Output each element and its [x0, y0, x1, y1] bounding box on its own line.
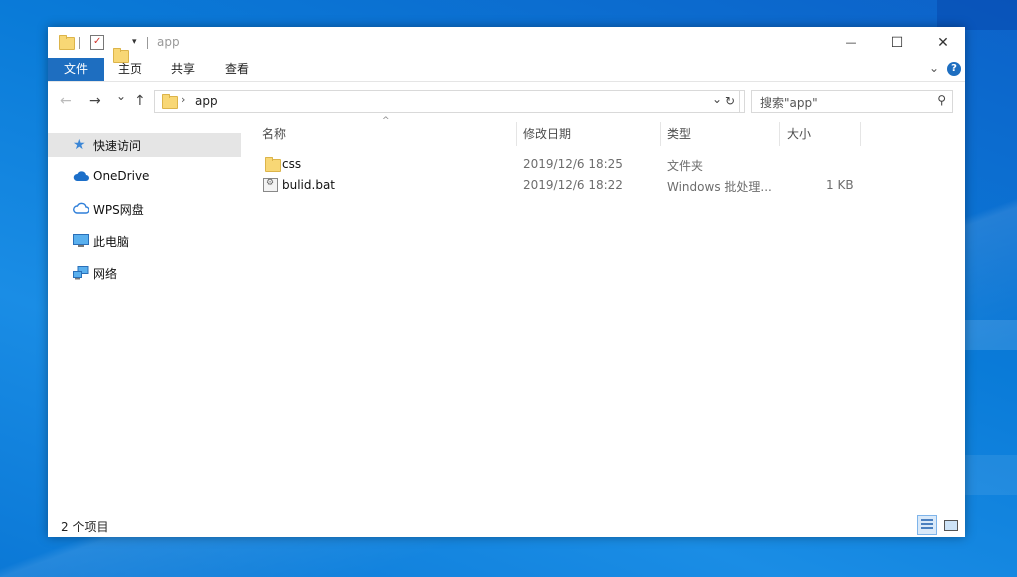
network-shape — [73, 266, 89, 280]
sidebar-item-this-pc[interactable]: 此电脑 — [48, 229, 241, 253]
table-row[interactable]: ⚙ bulid.bat 2019/12/6 18:22 Windows 批处理.… — [258, 175, 965, 195]
search-input[interactable]: 搜索"app" — [760, 94, 818, 111]
address-bar[interactable]: › app ⌄ — [154, 90, 745, 113]
properties-icon[interactable]: ✓ — [90, 35, 104, 50]
minimize-icon: — — [845, 36, 857, 49]
monitor-icon — [73, 234, 89, 248]
file-type: Windows 批处理... — [667, 180, 772, 194]
file-modified: 2019/12/6 18:25 — [523, 157, 623, 171]
refresh-icon: ↻ — [724, 94, 736, 108]
sidebar-item-network[interactable]: 网络 — [48, 261, 241, 285]
maximize-icon: ☐ — [890, 34, 904, 51]
file-name: css — [282, 157, 302, 171]
help-icon[interactable]: ? — [947, 62, 961, 76]
sidebar-item-quick-access[interactable]: ★ 快速访问 — [48, 133, 241, 157]
gear-icon: ⚙ — [266, 178, 275, 188]
column-header-name[interactable]: 名称 — [262, 120, 512, 148]
close-button[interactable]: ✕ — [920, 27, 966, 58]
title-bar: ✓ ▾ app — ☐ ✕ — [48, 27, 966, 63]
forward-icon[interactable]: → — [89, 93, 101, 109]
light-beam — [957, 320, 1017, 350]
network-icon — [73, 266, 89, 280]
window-title: app — [157, 35, 180, 49]
batch-file-icon: ⚙ — [263, 178, 278, 192]
column-header-size[interactable]: 大小 — [787, 120, 847, 148]
table-row[interactable]: css 2019/12/6 18:25 文件夹 — [258, 154, 965, 174]
maximize-button[interactable]: ☐ — [874, 27, 920, 58]
cloud-shape — [73, 171, 89, 181]
tab-share[interactable]: 共享 — [169, 58, 197, 81]
file-name: bulid.bat — [282, 178, 335, 192]
column-header-type[interactable]: 类型 — [667, 120, 767, 148]
customize-toolbar-dropdown[interactable]: ▾ — [132, 35, 137, 49]
back-icon[interactable]: ← — [60, 93, 72, 109]
details-view-icon — [921, 519, 933, 531]
star-icon: ★ — [73, 137, 86, 153]
file-modified: 2019/12/6 18:22 — [523, 178, 623, 192]
light-beam — [957, 455, 1017, 495]
light-beam — [937, 0, 1017, 30]
large-icons-view-button[interactable] — [941, 515, 961, 535]
divider — [79, 37, 80, 49]
large-icons-view-icon — [944, 520, 958, 531]
ribbon-tabs: 文件 主页 共享 查看 ⌄ ? — [48, 58, 965, 82]
item-count: 2 个项目 — [61, 520, 109, 534]
details-view-button[interactable] — [917, 515, 937, 535]
breadcrumb-separator-icon[interactable]: › — [181, 93, 185, 106]
sidebar-item-label: 网络 — [93, 267, 118, 281]
up-icon[interactable]: ↑ — [134, 93, 146, 109]
file-size: 1 KB — [826, 178, 854, 192]
folder-icon — [59, 35, 75, 50]
column-divider[interactable] — [660, 122, 661, 146]
breadcrumb-app[interactable]: app — [195, 94, 218, 108]
search-icon: ⚲ — [937, 93, 946, 107]
status-bar: 2 个项目 — [48, 511, 965, 537]
close-icon: ✕ — [937, 34, 949, 51]
tab-view[interactable]: 查看 — [223, 58, 251, 81]
sidebar-item-onedrive[interactable]: OneDrive — [48, 165, 241, 189]
folder-icon — [265, 157, 281, 172]
file-type: 文件夹 — [667, 159, 704, 173]
tab-file[interactable]: 文件 — [48, 58, 104, 81]
search-box[interactable]: 搜索"app" ⚲ — [751, 90, 953, 113]
sidebar-item-label: WPS网盘 — [93, 203, 144, 217]
expand-ribbon-chevron-icon[interactable]: ⌄ — [929, 61, 939, 75]
sidebar-item-label: OneDrive — [93, 169, 150, 183]
cloud-icon — [73, 170, 89, 184]
navigation-pane: ★ 快速访问 OneDrive WPS网盘 此电脑 网络 — [48, 133, 241, 293]
sidebar-item-label: 此电脑 — [93, 235, 130, 249]
recent-locations-icon[interactable]: ⌄ — [116, 89, 126, 103]
checkmark-icon: ✓ — [93, 36, 102, 47]
monitor-shape — [73, 234, 89, 247]
cloud-outline-shape — [73, 202, 90, 214]
cloud-outline-icon — [73, 202, 90, 216]
explorer-window: ✓ ▾ app — ☐ ✕ 文件 主页 共享 查看 ⌄ ? ← → ⌄ ↑ › … — [48, 27, 965, 537]
folder-icon — [162, 94, 178, 109]
column-header-modified[interactable]: 修改日期 — [523, 120, 653, 148]
tab-home[interactable]: 主页 — [116, 58, 144, 81]
divider — [147, 37, 148, 49]
column-divider[interactable] — [779, 122, 780, 146]
column-divider[interactable] — [516, 122, 517, 146]
sidebar-item-label: 快速访问 — [93, 139, 142, 153]
refresh-button[interactable]: ↻ — [721, 90, 740, 113]
sidebar-item-wps-drive[interactable]: WPS网盘 — [48, 197, 241, 221]
column-divider[interactable] — [860, 122, 861, 146]
minimize-button[interactable]: — — [828, 27, 874, 58]
